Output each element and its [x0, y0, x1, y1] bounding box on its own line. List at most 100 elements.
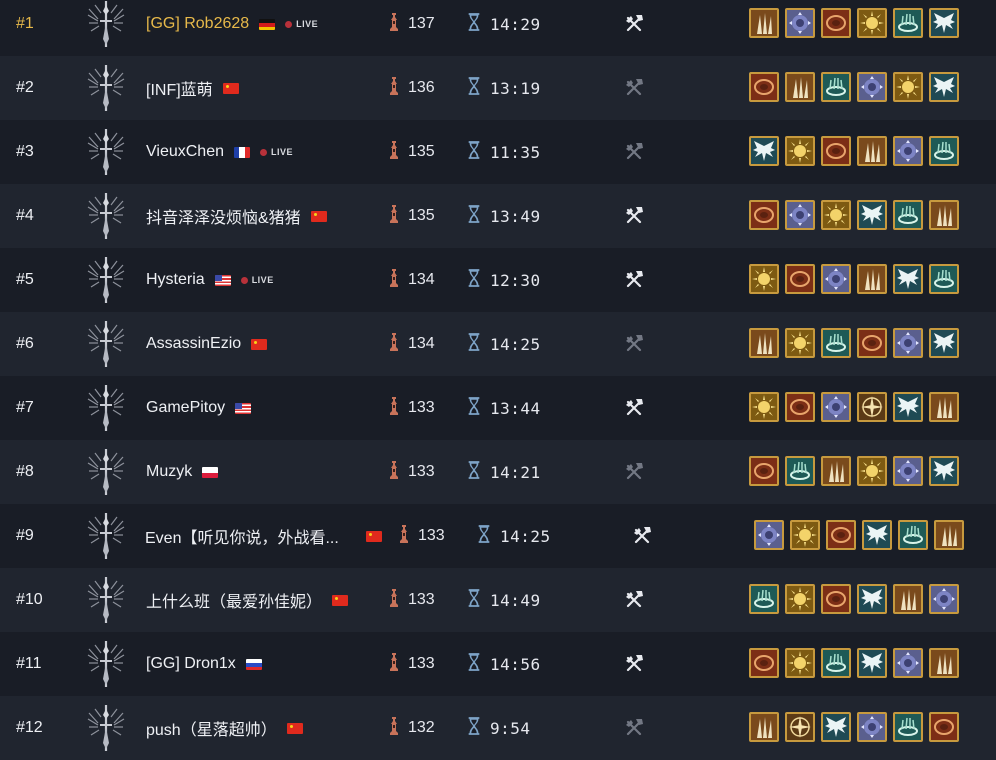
wings-blessing-icon[interactable] — [893, 264, 923, 294]
leaderboard-row[interactable]: #10 上什么班（最爱孙佳妮） 133 14:49 — [0, 568, 996, 632]
claws-blessing-icon[interactable] — [749, 712, 779, 742]
sigil-blessing-icon[interactable] — [785, 8, 815, 38]
ring-blessing-icon[interactable] — [893, 8, 923, 38]
crossed-axe-hammer-icon[interactable] — [624, 440, 644, 504]
sigil-blessing-icon[interactable] — [785, 200, 815, 230]
sigil-blessing-icon[interactable] — [754, 520, 784, 550]
player-name[interactable]: Even【听见你说，外战看... — [145, 524, 339, 548]
claws-blessing-icon[interactable] — [821, 456, 851, 486]
leaderboard-row[interactable]: #8 Muzyk 133 14:21 — [0, 440, 996, 504]
leaderboard-row[interactable]: #2 [INF]蓝萌 136 13:19 — [0, 56, 996, 120]
wings-blessing-icon[interactable] — [749, 136, 779, 166]
sigil-blessing-icon[interactable] — [821, 264, 851, 294]
crossed-axe-hammer-icon[interactable] — [624, 248, 644, 312]
sun-blessing-icon[interactable] — [785, 136, 815, 166]
sigil-blessing-icon[interactable] — [857, 712, 887, 742]
sun-blessing-icon[interactable] — [749, 264, 779, 294]
sigil-blessing-icon[interactable] — [857, 72, 887, 102]
sigil-blessing-icon[interactable] — [893, 648, 923, 678]
compass-blessing-icon[interactable] — [857, 392, 887, 422]
sun-blessing-icon[interactable] — [857, 8, 887, 38]
rune-blessing-icon[interactable] — [821, 584, 851, 614]
crossed-axe-hammer-icon[interactable] — [632, 504, 652, 568]
rune-blessing-icon[interactable] — [785, 392, 815, 422]
crossed-axe-hammer-icon[interactable] — [624, 0, 644, 56]
player-name[interactable]: [INF]蓝萌 — [146, 76, 213, 100]
player-name[interactable]: [GG] Rob2628 — [146, 15, 249, 33]
wings-blessing-icon[interactable] — [929, 72, 959, 102]
sun-blessing-icon[interactable] — [893, 72, 923, 102]
leaderboard-row[interactable]: #1 [GG] Rob2628 LIVE 137 14:29 — [0, 0, 996, 56]
ring-blessing-icon[interactable] — [821, 72, 851, 102]
player-name[interactable]: GamePitoy — [146, 399, 225, 417]
ring-blessing-icon[interactable] — [898, 520, 928, 550]
player-name[interactable]: 抖音泽泽没烦恼&猪猪 — [146, 204, 301, 228]
wings-blessing-icon[interactable] — [929, 456, 959, 486]
live-badge[interactable]: LIVE — [285, 19, 318, 29]
sigil-blessing-icon[interactable] — [929, 584, 959, 614]
sun-blessing-icon[interactable] — [785, 328, 815, 358]
player-name[interactable]: push（星落超帅） — [146, 716, 277, 740]
crossed-axe-hammer-icon[interactable] — [624, 312, 644, 376]
sigil-blessing-icon[interactable] — [821, 392, 851, 422]
crossed-axe-hammer-icon[interactable] — [624, 184, 644, 248]
rune-blessing-icon[interactable] — [929, 712, 959, 742]
crossed-axe-hammer-icon[interactable] — [624, 376, 644, 440]
leaderboard-row[interactable]: #4 抖音泽泽没烦恼&猪猪 135 13:49 — [0, 184, 996, 248]
leaderboard-row[interactable]: #11 [GG] Dron1x 133 14:56 — [0, 632, 996, 696]
rune-blessing-icon[interactable] — [749, 648, 779, 678]
claws-blessing-icon[interactable] — [929, 648, 959, 678]
wings-blessing-icon[interactable] — [929, 328, 959, 358]
claws-blessing-icon[interactable] — [857, 264, 887, 294]
wings-blessing-icon[interactable] — [857, 584, 887, 614]
player-name[interactable]: [GG] Dron1x — [146, 655, 236, 673]
wings-blessing-icon[interactable] — [857, 648, 887, 678]
wings-blessing-icon[interactable] — [821, 712, 851, 742]
sun-blessing-icon[interactable] — [790, 520, 820, 550]
crossed-axe-hammer-icon[interactable] — [624, 568, 644, 632]
sigil-blessing-icon[interactable] — [893, 328, 923, 358]
claws-blessing-icon[interactable] — [893, 584, 923, 614]
sigil-blessing-icon[interactable] — [893, 456, 923, 486]
ring-blessing-icon[interactable] — [821, 328, 851, 358]
sun-blessing-icon[interactable] — [821, 200, 851, 230]
live-badge[interactable]: LIVE — [240, 275, 274, 285]
live-badge[interactable]: LIVE — [259, 147, 293, 157]
sun-blessing-icon[interactable] — [749, 392, 779, 422]
leaderboard-row[interactable]: #6 AssassinEzio 134 14:25 — [0, 312, 996, 376]
rune-blessing-icon[interactable] — [749, 456, 779, 486]
player-name[interactable]: VieuxChen — [146, 143, 224, 161]
player-name[interactable]: 上什么班（最爱孙佳妮） — [146, 588, 322, 612]
claws-blessing-icon[interactable] — [749, 8, 779, 38]
compass-blessing-icon[interactable] — [785, 712, 815, 742]
ring-blessing-icon[interactable] — [929, 136, 959, 166]
claws-blessing-icon[interactable] — [934, 520, 964, 550]
player-name[interactable]: AssassinEzio — [146, 335, 241, 353]
crossed-axe-hammer-icon[interactable] — [624, 632, 644, 696]
crossed-axe-hammer-icon[interactable] — [624, 696, 644, 760]
wings-blessing-icon[interactable] — [862, 520, 892, 550]
ring-blessing-icon[interactable] — [893, 712, 923, 742]
ring-blessing-icon[interactable] — [893, 200, 923, 230]
claws-blessing-icon[interactable] — [929, 200, 959, 230]
ring-blessing-icon[interactable] — [785, 456, 815, 486]
leaderboard-row[interactable]: #12 push（星落超帅） 132 9:54 — [0, 696, 996, 760]
sun-blessing-icon[interactable] — [785, 584, 815, 614]
ring-blessing-icon[interactable] — [929, 264, 959, 294]
rune-blessing-icon[interactable] — [857, 328, 887, 358]
crossed-axe-hammer-icon[interactable] — [624, 120, 644, 184]
rune-blessing-icon[interactable] — [826, 520, 856, 550]
wings-blessing-icon[interactable] — [857, 200, 887, 230]
leaderboard-row[interactable]: #5 Hysteria LIVE 134 12:30 — [0, 248, 996, 312]
rune-blessing-icon[interactable] — [821, 8, 851, 38]
leaderboard-row[interactable]: #3 VieuxChen LIVE 135 11:35 — [0, 120, 996, 184]
rune-blessing-icon[interactable] — [785, 264, 815, 294]
sun-blessing-icon[interactable] — [857, 456, 887, 486]
ring-blessing-icon[interactable] — [821, 648, 851, 678]
crossed-axe-hammer-icon[interactable] — [624, 56, 644, 120]
wings-blessing-icon[interactable] — [893, 392, 923, 422]
claws-blessing-icon[interactable] — [857, 136, 887, 166]
claws-blessing-icon[interactable] — [785, 72, 815, 102]
sigil-blessing-icon[interactable] — [893, 136, 923, 166]
rune-blessing-icon[interactable] — [821, 136, 851, 166]
